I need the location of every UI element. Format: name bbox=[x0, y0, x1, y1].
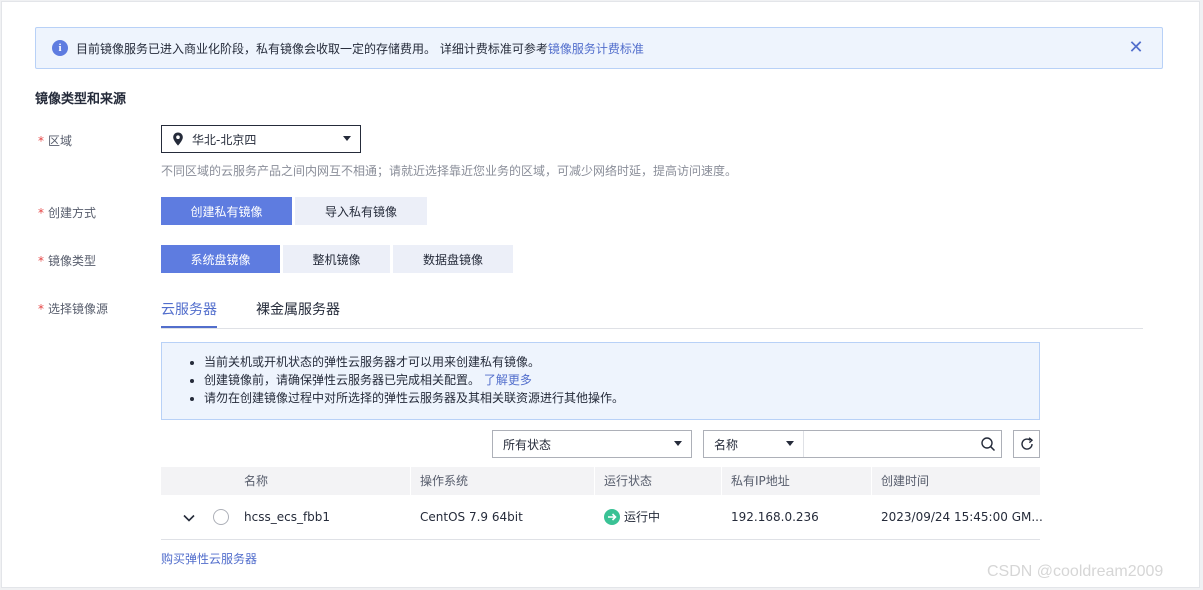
image-type-label: * 镜像类型 bbox=[38, 252, 96, 269]
tips-box: 当前关机或开机状态的弹性云服务器才可以用来创建私有镜像。 创建镜像前，请确保弹性… bbox=[161, 342, 1040, 420]
region-value: 华北-北京四 bbox=[192, 132, 257, 147]
dropdown-caret-icon bbox=[674, 441, 682, 446]
column-header-name[interactable]: 名称 bbox=[244, 467, 268, 495]
refresh-button[interactable] bbox=[1013, 430, 1040, 458]
chevron-down-icon[interactable] bbox=[181, 510, 197, 526]
ecs-created-time: 2023/09/24 15:45:00 GM... bbox=[881, 510, 1043, 524]
ecs-os: CentOS 7.9 64bit bbox=[420, 510, 523, 524]
column-divider bbox=[594, 467, 595, 495]
image-type-label-text: 镜像类型 bbox=[48, 254, 97, 268]
region-help-text: 不同区域的云服务产品之间内网互不相通；请就近选择靠近您业务的区域，可减少网络时延… bbox=[161, 164, 738, 178]
section-title: 镜像类型和来源 bbox=[35, 92, 127, 107]
notice-message: 目前镜像服务已进入商业化阶段，私有镜像会收取一定的存储费用。 详细计费标准可参考 bbox=[76, 41, 548, 56]
column-divider bbox=[410, 467, 411, 495]
status-filter-value: 所有状态 bbox=[503, 437, 552, 452]
search-field-value: 名称 bbox=[714, 437, 739, 452]
row-select-radio[interactable] bbox=[213, 509, 229, 525]
tab-bms[interactable]: 裸金属服务器 bbox=[256, 299, 340, 319]
required-mark: * bbox=[38, 206, 44, 220]
buy-ecs-link[interactable]: 购买弹性云服务器 bbox=[161, 550, 257, 567]
ecs-name-link[interactable]: hcss_ecs_fbb1 bbox=[244, 495, 330, 539]
full-ecs-image-button[interactable]: 整机镜像 bbox=[283, 245, 390, 273]
tab-divider bbox=[161, 328, 1143, 329]
location-pin-icon bbox=[173, 132, 183, 146]
watermark: CSDN @cooldream2009 bbox=[987, 563, 1164, 580]
refresh-icon bbox=[1020, 437, 1033, 450]
dropdown-caret-icon bbox=[786, 441, 794, 446]
tip-text: 请勿在创建镜像过程中对所选择的弹性云服务器及其相关联资源进行其他操作。 bbox=[204, 391, 625, 405]
column-header-created[interactable]: 创建时间 bbox=[881, 467, 929, 495]
column-divider bbox=[871, 467, 872, 495]
learn-more-link[interactable]: 了解更多 bbox=[484, 373, 532, 387]
region-label-text: 区域 bbox=[48, 134, 73, 148]
table-header: 名称 操作系统 运行状态 私有IP地址 创建时间 bbox=[161, 467, 1040, 495]
billing-standard-link[interactable]: 镜像服务计费标准 bbox=[548, 42, 644, 56]
table-row[interactable]: hcss_ecs_fbb1 CentOS 7.9 64bit 运行中 192.1… bbox=[161, 495, 1043, 540]
search-group: 名称 bbox=[703, 430, 1002, 458]
data-disk-image-button[interactable]: 数据盘镜像 bbox=[393, 245, 513, 273]
import-private-image-button[interactable]: 导入私有镜像 bbox=[295, 197, 427, 225]
running-status-icon bbox=[604, 508, 620, 525]
tab-ecs[interactable]: 云服务器 bbox=[161, 299, 217, 319]
image-creation-panel: i 目前镜像服务已进入商业化阶段，私有镜像会收取一定的存储费用。 详细计费标准可… bbox=[1, 1, 1200, 588]
billing-notice: i 目前镜像服务已进入商业化阶段，私有镜像会收取一定的存储费用。 详细计费标准可… bbox=[35, 27, 1163, 69]
tip-item: 请勿在创建镜像过程中对所选择的弹性云服务器及其相关联资源进行其他操作。 bbox=[204, 389, 1039, 407]
create-mode-label-text: 创建方式 bbox=[48, 206, 97, 220]
image-source-label: * 选择镜像源 bbox=[38, 300, 108, 317]
search-icon[interactable] bbox=[975, 431, 1001, 457]
column-header-status[interactable]: 运行状态 bbox=[604, 467, 652, 495]
tip-text: 创建镜像前，请确保弹性云服务器已完成相关配置。 bbox=[204, 373, 481, 387]
region-label: * 区域 bbox=[38, 132, 72, 149]
image-source-label-text: 选择镜像源 bbox=[48, 302, 109, 316]
dropdown-caret-icon bbox=[343, 136, 351, 141]
search-field-select[interactable]: 名称 bbox=[704, 431, 804, 457]
tip-item: 当前关机或开机状态的弹性云服务器才可以用来创建私有镜像。 bbox=[204, 353, 1039, 371]
tip-text: 当前关机或开机状态的弹性云服务器才可以用来创建私有镜像。 bbox=[204, 355, 541, 369]
info-icon: i bbox=[52, 40, 68, 56]
system-disk-image-button[interactable]: 系统盘镜像 bbox=[161, 245, 280, 273]
ecs-status-text: 运行中 bbox=[624, 510, 661, 524]
required-mark: * bbox=[38, 302, 44, 316]
close-icon[interactable]: ✕ bbox=[1126, 38, 1146, 58]
required-mark: * bbox=[38, 134, 44, 148]
region-select[interactable]: 华北-北京四 bbox=[161, 125, 361, 153]
search-input[interactable] bbox=[804, 431, 975, 457]
column-header-os[interactable]: 操作系统 bbox=[420, 467, 468, 495]
column-header-private-ip[interactable]: 私有IP地址 bbox=[731, 467, 790, 495]
status-filter-select[interactable]: 所有状态 bbox=[492, 430, 692, 458]
column-divider bbox=[721, 467, 722, 495]
create-private-image-button[interactable]: 创建私有镜像 bbox=[161, 197, 292, 225]
ecs-status: 运行中 bbox=[604, 495, 660, 539]
tip-item: 创建镜像前，请确保弹性云服务器已完成相关配置。 了解更多 bbox=[204, 371, 1039, 389]
ecs-private-ip: 192.168.0.236 bbox=[731, 510, 819, 524]
notice-text: 目前镜像服务已进入商业化阶段，私有镜像会收取一定的存储费用。 详细计费标准可参考… bbox=[76, 40, 644, 57]
create-mode-label: * 创建方式 bbox=[38, 204, 96, 221]
required-mark: * bbox=[38, 254, 44, 268]
